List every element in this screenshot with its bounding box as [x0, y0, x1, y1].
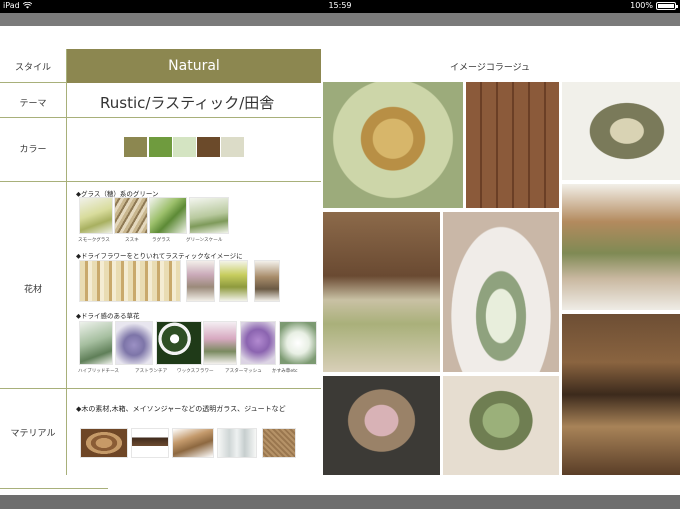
thumb-green-scale	[189, 197, 229, 234]
thumb-astrantia	[115, 321, 153, 365]
caption-4: グリーンスケール	[186, 238, 223, 243]
collage-photo-boutonnieres	[466, 82, 559, 208]
label-color: カラー	[19, 145, 47, 155]
thumb-mason-jar	[217, 428, 257, 458]
caption-1: スモークグラス	[78, 238, 110, 243]
color-swatch-2	[149, 137, 172, 157]
label-flowers: 花材	[23, 285, 42, 295]
divider	[0, 181, 321, 182]
collage-photo-table-setting	[323, 212, 440, 372]
collage-photo-green-bouquet	[443, 376, 559, 475]
thumb-pink-flower	[203, 321, 237, 365]
thumb-susuki	[114, 197, 148, 234]
battery-icon	[656, 1, 678, 10]
thumb-wood-slice	[80, 428, 128, 458]
thumb-ragrass	[149, 197, 187, 234]
divider	[0, 388, 321, 389]
caption-5: ハイブリッドチース	[78, 369, 120, 374]
status-time: 15:59	[328, 1, 352, 10]
thumb-dried-grass-bundle	[79, 260, 181, 302]
thumb-jute	[262, 428, 296, 458]
thumb-dried-flower-3	[254, 260, 280, 302]
column-divider	[66, 49, 67, 475]
caption-6: アストランチア	[135, 369, 168, 374]
caption-3: ラグラス	[152, 238, 171, 243]
theme-value: Rustic/ラスティック/田舎	[100, 94, 275, 112]
label-material: マテリアル	[10, 429, 56, 439]
collage-photo-dried-bouquet	[323, 376, 440, 475]
label-theme: テーマ	[19, 99, 47, 109]
thumb-hybrid	[79, 321, 113, 365]
thumb-gypsophila	[279, 321, 317, 365]
thumb-aster	[240, 321, 276, 365]
caption-7: ワックスフラワー	[177, 369, 214, 374]
collage-photo-wheat-centerpiece	[323, 82, 463, 208]
flowers-group3-title: ◆ドライ感のある草花	[76, 312, 140, 320]
divider	[0, 117, 321, 118]
color-swatch-4	[197, 137, 220, 157]
top-bar	[0, 13, 680, 26]
status-right: 100%	[630, 1, 678, 10]
collage-photo-hanging-dried	[562, 184, 680, 310]
thumb-wood-stand	[131, 428, 169, 458]
caption-9: かすみ草etc	[272, 369, 298, 374]
thumb-wax-flower	[156, 321, 202, 365]
style-value: Natural	[67, 49, 321, 83]
status-bar: iPad 15:59 100%	[0, 0, 680, 13]
label-style: スタイル	[14, 63, 51, 73]
color-swatch-1	[124, 137, 147, 157]
color-swatch-5	[221, 137, 244, 157]
caption-2: ススキ	[125, 238, 139, 243]
thumb-smoke-grass	[79, 197, 113, 234]
thumb-dried-flower-2	[219, 260, 248, 302]
flowers-group2-title: ◆ドライフラワーをとりいれてラスティックなイメージに	[76, 252, 243, 260]
collage-photo-candles-logs	[562, 314, 680, 475]
material-text: ◆木の素材,木箱、メイソンジャーなどの透明ガラス、ジュートなど	[76, 405, 286, 413]
bottom-bar	[0, 495, 680, 509]
thumb-dried-flower-1	[186, 260, 215, 302]
caption-8: アスターマッシュ	[225, 369, 262, 374]
thumb-wood-box	[172, 428, 214, 458]
divider	[0, 488, 108, 489]
battery-percent: 100%	[630, 1, 653, 10]
collage-photo-bride-bouquet	[443, 212, 559, 372]
collage-title: イメージコラージュ	[450, 63, 531, 73]
collage-photo-wreath	[562, 82, 680, 180]
color-swatch-3	[173, 137, 196, 157]
